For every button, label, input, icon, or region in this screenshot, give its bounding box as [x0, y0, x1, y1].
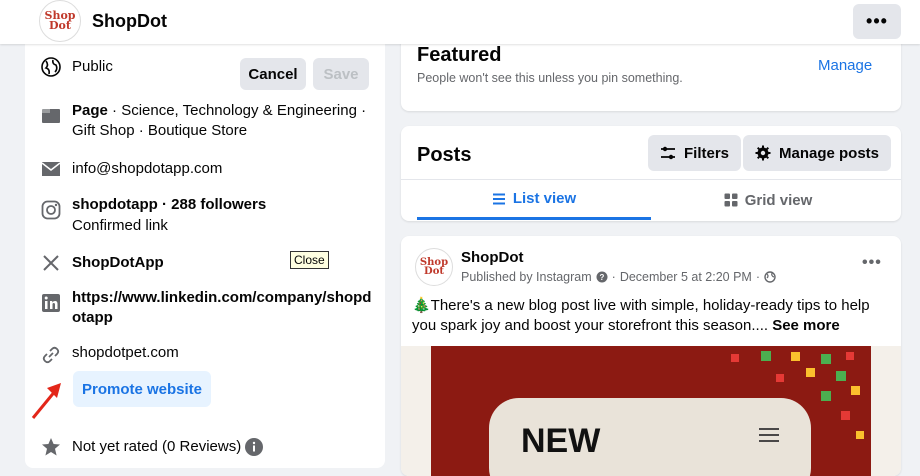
- x-logo-icon: [40, 252, 62, 274]
- top-bar: Shop Dot ShopDot •••: [0, 0, 920, 44]
- post-card: Shop Dot ShopDot Published by Instagram ?…: [401, 236, 901, 476]
- post-date[interactable]: December 5 at 2:20 PM: [620, 270, 752, 284]
- meta-separator: ·: [755, 270, 760, 284]
- intro-panel: Public Cancel Save Page · Science, Techn…: [25, 44, 385, 468]
- star-icon: [40, 436, 62, 458]
- flag-icon: [40, 105, 62, 127]
- gear-icon: [755, 145, 771, 161]
- x-row: ShopDotApp: [25, 251, 385, 275]
- red-arrow-annotation: [31, 383, 61, 419]
- featured-subtitle: People won't see this unless you pin som…: [417, 71, 683, 85]
- post-source: Published by Instagram: [461, 270, 592, 284]
- linkedin-row: https://www.linkedin.com/company/shopdot…: [25, 288, 385, 332]
- manage-posts-button[interactable]: Manage posts: [743, 135, 892, 171]
- category-text: Page · Science, Technology & Engineering…: [72, 102, 367, 139]
- posts-title: Posts: [417, 144, 472, 166]
- help-icon[interactable]: ?: [596, 271, 608, 283]
- link-icon: [40, 344, 62, 366]
- filters-label: Filters: [684, 144, 730, 162]
- tab-grid-view-label: Grid view: [744, 191, 813, 209]
- mail-icon: [40, 158, 62, 180]
- tab-list-view-label: List view: [512, 190, 577, 207]
- info-icon[interactable]: [244, 437, 264, 462]
- close-tooltip: Close: [290, 251, 329, 269]
- website-text[interactable]: shopdotpet.com: [72, 343, 179, 363]
- posts-card: Posts Filters Manage posts List view Gri…: [401, 126, 901, 221]
- svg-text:?: ?: [599, 273, 604, 282]
- instagram-icon: [40, 199, 62, 221]
- grid-icon: [724, 193, 738, 207]
- audience-label: Public: [72, 58, 113, 75]
- image-headline: NEW: [521, 422, 601, 460]
- cancel-button[interactable]: Cancel: [240, 58, 306, 90]
- instagram-link[interactable]: shopdotapp · 288 followers: [72, 195, 266, 215]
- instagram-confirmed: Confirmed link: [72, 217, 168, 234]
- hamburger-icon: [759, 428, 779, 442]
- page-title: ShopDot: [92, 11, 167, 31]
- see-more-link[interactable]: See more: [772, 317, 840, 334]
- email-text[interactable]: info@shopdotapp.com: [72, 159, 222, 179]
- linkedin-link[interactable]: https://www.linkedin.com/company/shopdot…: [72, 288, 372, 328]
- tab-grid-view[interactable]: Grid view: [651, 180, 885, 220]
- page-avatar[interactable]: Shop Dot: [39, 0, 81, 42]
- filters-button[interactable]: Filters: [648, 135, 742, 171]
- instagram-row: shopdotapp · 288 followers Confirmed lin…: [25, 195, 385, 235]
- x-link[interactable]: ShopDotApp: [72, 253, 164, 273]
- category-row: Page · Science, Technology & Engineering…: [25, 101, 385, 145]
- featured-manage-link[interactable]: Manage: [818, 57, 872, 74]
- filters-icon: [661, 146, 675, 160]
- posts-view-tabs: List view Grid view: [401, 179, 901, 221]
- list-icon: [492, 193, 505, 204]
- post-more-button[interactable]: •••: [862, 254, 882, 272]
- globe-icon: [764, 271, 776, 283]
- post-image[interactable]: NEW: [401, 346, 901, 476]
- more-options-button[interactable]: •••: [853, 4, 901, 39]
- audience-row: Public Cancel Save: [25, 52, 385, 90]
- promote-website-button[interactable]: Promote website: [73, 371, 211, 407]
- post-author-avatar[interactable]: Shop Dot: [415, 248, 453, 286]
- rating-text: Not yet rated (0 Reviews): [72, 438, 242, 455]
- post-author-name[interactable]: ShopDot: [461, 249, 523, 266]
- featured-title: Featured: [417, 44, 502, 66]
- post-text: 🎄There's a new blog post live with simpl…: [412, 296, 892, 336]
- website-row: shopdotpet.com: [25, 342, 385, 366]
- manage-posts-label: Manage posts: [779, 144, 880, 162]
- globe-icon: [40, 56, 62, 78]
- tab-list-view[interactable]: List view: [417, 180, 651, 220]
- email-row: info@shopdotapp.com: [25, 157, 385, 181]
- post-meta: Published by Instagram ? · December 5 at…: [461, 270, 776, 284]
- save-button[interactable]: Save: [313, 58, 369, 90]
- linkedin-icon: [40, 292, 62, 314]
- meta-separator: ·: [611, 270, 616, 284]
- rating-row: Not yet rated (0 Reviews): [25, 436, 385, 460]
